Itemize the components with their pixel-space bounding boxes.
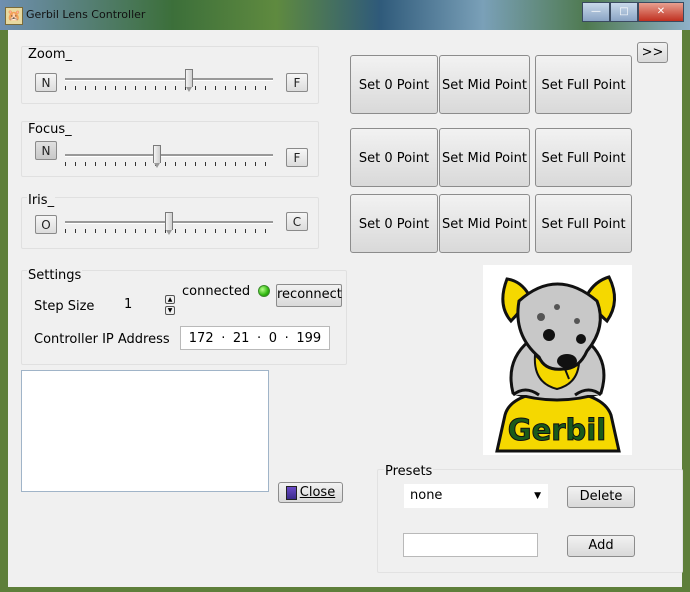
iris-close-button[interactable]: C	[286, 212, 308, 231]
spinner-down-icon[interactable]: ▼	[165, 306, 175, 315]
preset-add-button[interactable]: Add	[567, 535, 635, 557]
zoom-label: Zoom_	[27, 47, 73, 62]
zoom-set-0-point-button[interactable]: Set 0 Point	[350, 55, 438, 114]
ip-dot: ·	[284, 330, 289, 346]
step-size-input[interactable]: 1	[120, 293, 165, 317]
iris-set-mid-point-button[interactable]: Set Mid Point	[439, 194, 530, 253]
logo-text: Gerbil	[508, 413, 606, 447]
close-button-label: Close	[299, 485, 336, 500]
chevron-down-icon[interactable]: ▼	[534, 485, 541, 507]
connection-led-icon	[258, 285, 270, 297]
iris-slider[interactable]	[65, 212, 273, 235]
ip-octet-3[interactable]: 0	[269, 331, 277, 346]
iris-slider-thumb[interactable]	[165, 212, 173, 235]
focus-slider[interactable]	[65, 145, 273, 168]
close-button[interactable]: Close	[278, 482, 343, 503]
preset-select[interactable]: none ▼	[404, 484, 548, 508]
zoom-set-mid-point-button[interactable]: Set Mid Point	[439, 55, 530, 114]
zoom-far-button[interactable]: F	[286, 73, 308, 92]
iris-open-button[interactable]: O	[35, 215, 57, 234]
iris-label: Iris_	[27, 193, 56, 208]
zoom-set-full-point-button[interactable]: Set Full Point	[535, 55, 632, 114]
gerbil-app-icon: 🐹	[5, 7, 23, 25]
connection-status: connected	[182, 284, 251, 299]
controller-ip-label: Controller IP Address	[34, 332, 170, 347]
title-bar[interactable]: 🐹 Gerbil Lens Controller — □ ✕	[0, 0, 690, 30]
ip-octet-1[interactable]: 172	[189, 331, 214, 346]
ip-dot: ·	[221, 330, 226, 346]
reconnect-button[interactable]: reconnect	[276, 284, 342, 307]
ip-octet-4[interactable]: 199	[296, 331, 321, 346]
focus-label: Focus_	[27, 122, 73, 137]
gerbil-logo: Gerbil	[483, 265, 632, 455]
step-size-spinner[interactable]: ▲ ▼	[165, 295, 175, 315]
preset-delete-button[interactable]: Delete	[567, 486, 635, 508]
expand-button[interactable]: >>	[637, 42, 668, 63]
zoom-near-button[interactable]: N	[35, 73, 57, 92]
ip-dot: ·	[257, 330, 262, 346]
close-door-icon	[285, 485, 297, 500]
preset-select-value: none	[410, 488, 443, 503]
preset-name-input[interactable]	[403, 533, 538, 557]
focus-set-mid-point-button[interactable]: Set Mid Point	[439, 128, 530, 187]
focus-slider-thumb[interactable]	[153, 145, 161, 168]
zoom-slider-thumb[interactable]	[185, 69, 193, 92]
window-controls: — □ ✕	[582, 2, 684, 22]
close-window-icon[interactable]: ✕	[638, 2, 684, 22]
maximize-icon[interactable]: □	[610, 2, 638, 22]
focus-set-0-point-button[interactable]: Set 0 Point	[350, 128, 438, 187]
settings-label: Settings	[27, 268, 83, 283]
spinner-up-icon[interactable]: ▲	[165, 295, 175, 304]
focus-far-button[interactable]: F	[286, 148, 308, 167]
controller-ip-input[interactable]: 172 · 21 · 0 · 199	[180, 326, 330, 350]
focus-near-button[interactable]: N	[35, 141, 57, 160]
presets-label: Presets	[384, 464, 434, 479]
window-title: Gerbil Lens Controller	[26, 8, 146, 21]
app-window: 🐹 Gerbil Lens Controller — □ ✕ Zoom_ N F…	[0, 0, 690, 592]
iris-set-0-point-button[interactable]: Set 0 Point	[350, 194, 438, 253]
minimize-icon[interactable]: —	[582, 2, 610, 22]
ip-octet-2[interactable]: 21	[233, 331, 250, 346]
iris-set-full-point-button[interactable]: Set Full Point	[535, 194, 632, 253]
log-textarea[interactable]	[21, 370, 269, 492]
client-area: Zoom_ N F Focus_ N F Iris_ O C Set 0 Poi…	[8, 30, 683, 587]
step-size-label: Step Size	[34, 299, 95, 314]
zoom-slider[interactable]	[65, 69, 273, 92]
focus-set-full-point-button[interactable]: Set Full Point	[535, 128, 632, 187]
